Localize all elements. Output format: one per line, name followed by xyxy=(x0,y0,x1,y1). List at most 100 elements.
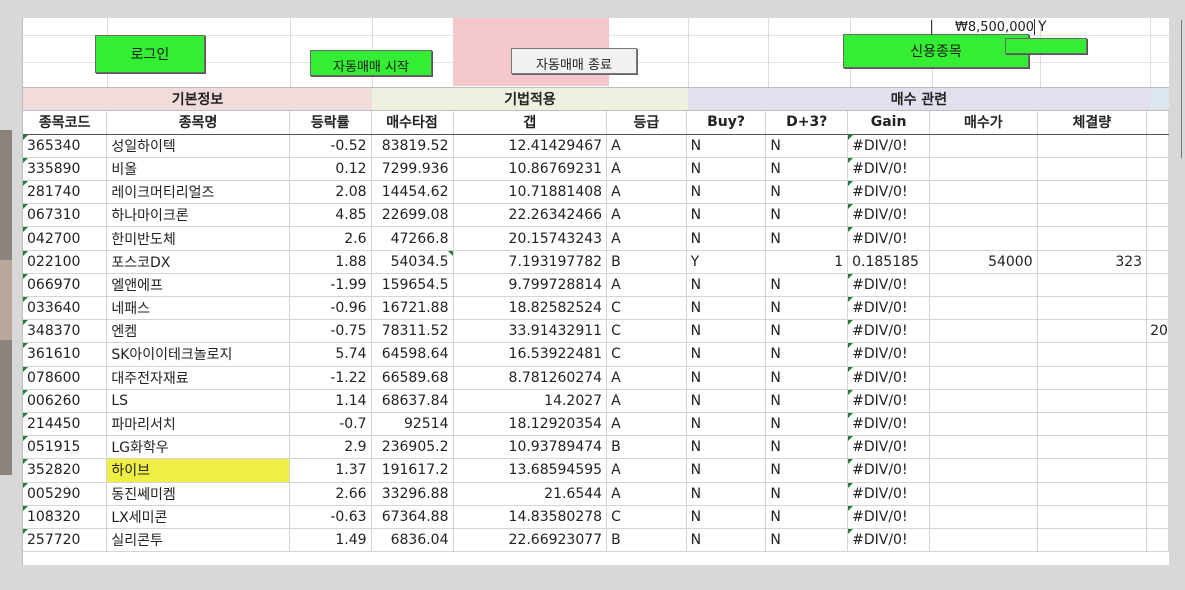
grade-cell[interactable]: A xyxy=(606,180,687,205)
filled-qty-cell[interactable] xyxy=(1037,157,1148,182)
buy-price-cell[interactable] xyxy=(929,528,1038,553)
d3-cell[interactable]: N xyxy=(765,203,849,228)
extra-cell[interactable] xyxy=(1146,528,1169,553)
grade-cell[interactable]: A xyxy=(606,458,687,483)
filled-qty-cell[interactable] xyxy=(1037,412,1148,437)
extra-cell[interactable] xyxy=(1146,435,1169,460)
extra-cell[interactable] xyxy=(1146,412,1169,437)
stock-code-cell[interactable]: 066970 xyxy=(23,273,108,298)
extra-cell[interactable] xyxy=(1146,273,1169,298)
gap-cell[interactable]: 18.82582524 xyxy=(453,296,608,321)
d3-cell[interactable]: N xyxy=(765,342,849,367)
small-green-button[interactable] xyxy=(1005,38,1087,54)
stock-code-cell[interactable]: 214450 xyxy=(23,412,108,437)
buy-target-cell[interactable]: 16721.88 xyxy=(371,296,454,321)
buy-flag-cell[interactable]: N xyxy=(686,528,767,553)
filled-qty-cell[interactable] xyxy=(1037,389,1148,413)
gap-cell[interactable]: 10.71881408 xyxy=(453,180,608,205)
extra-cell[interactable]: 20 xyxy=(1146,319,1169,344)
buy-price-cell[interactable] xyxy=(929,505,1038,529)
buy-price-cell[interactable] xyxy=(929,412,1038,437)
buy-flag-cell[interactable]: N xyxy=(686,134,767,158)
grade-cell[interactable]: B xyxy=(606,250,687,274)
stock-code-cell[interactable]: 005290 xyxy=(23,482,108,506)
buy-target-cell[interactable]: 68637.84 xyxy=(371,389,454,413)
rate-cell[interactable]: -1.99 xyxy=(289,273,372,298)
gap-cell[interactable]: 21.6544 xyxy=(453,482,608,506)
gap-cell[interactable]: 33.91432911 xyxy=(453,319,608,344)
extra-cell[interactable] xyxy=(1146,342,1169,367)
stock-name-cell[interactable]: 하이브 xyxy=(106,458,290,483)
login-button[interactable]: 로그인 xyxy=(95,35,205,73)
buy-target-cell[interactable]: 64598.64 xyxy=(371,342,454,367)
d3-cell[interactable]: N xyxy=(765,412,849,437)
d3-cell[interactable]: N xyxy=(765,389,849,413)
gap-cell[interactable]: 10.93789474 xyxy=(453,435,608,460)
col-header-rate[interactable]: 등락률 xyxy=(289,111,372,135)
stock-name-cell[interactable]: 파마리서치 xyxy=(106,412,290,437)
rate-cell[interactable]: -0.96 xyxy=(289,296,372,321)
filled-qty-cell[interactable]: 323 xyxy=(1037,250,1148,274)
grade-cell[interactable]: A xyxy=(606,412,687,437)
gain-cell[interactable]: #DIV/0! xyxy=(847,342,931,367)
stock-name-cell[interactable]: LS xyxy=(106,389,290,413)
col-header-target[interactable]: 매수타점 xyxy=(371,111,454,135)
buy-flag-cell[interactable]: N xyxy=(686,157,767,182)
buy-flag-cell[interactable]: N xyxy=(686,342,767,367)
gain-cell[interactable]: #DIV/0! xyxy=(847,203,931,228)
buy-price-cell[interactable] xyxy=(929,273,1038,298)
stock-code-cell[interactable]: 361610 xyxy=(23,342,108,367)
filled-qty-cell[interactable] xyxy=(1037,273,1148,298)
col-header-d3[interactable]: D+3? xyxy=(765,111,849,135)
stock-code-cell[interactable]: 348370 xyxy=(23,319,108,344)
rate-cell[interactable]: 1.14 xyxy=(289,389,372,413)
buy-flag-cell[interactable]: N xyxy=(686,389,767,413)
stock-name-cell[interactable]: SK아이이테크놀로지 xyxy=(106,342,290,367)
rate-cell[interactable]: 2.6 xyxy=(289,226,372,251)
buy-price-cell[interactable]: 54000 xyxy=(929,250,1038,274)
stock-code-cell[interactable]: 022100 xyxy=(23,250,108,274)
stock-name-cell[interactable]: LX세미콘 xyxy=(106,505,290,529)
d3-cell[interactable]: N xyxy=(765,226,849,251)
grade-cell[interactable]: A xyxy=(606,389,687,413)
stock-code-cell[interactable]: 281740 xyxy=(23,180,108,205)
rate-cell[interactable]: -0.7 xyxy=(289,412,372,437)
buy-flag-cell[interactable]: N xyxy=(686,458,767,483)
buy-target-cell[interactable]: 66589.68 xyxy=(371,366,454,390)
rate-cell[interactable]: 0.12 xyxy=(289,157,372,182)
rate-cell[interactable]: 2.66 xyxy=(289,482,372,506)
buy-target-cell[interactable]: 47266.8 xyxy=(371,226,454,251)
buy-flag-cell[interactable]: Y xyxy=(686,250,767,274)
d3-cell[interactable]: 1 xyxy=(765,250,849,274)
d3-cell[interactable]: N xyxy=(765,296,849,321)
buy-flag-cell[interactable]: N xyxy=(686,180,767,205)
extra-cell[interactable] xyxy=(1146,134,1169,158)
buy-flag-cell[interactable]: N xyxy=(686,505,767,529)
filled-qty-cell[interactable] xyxy=(1037,482,1148,506)
gap-cell[interactable]: 10.86769231 xyxy=(453,157,608,182)
grade-cell[interactable]: B xyxy=(606,528,687,553)
buy-target-cell[interactable]: 67364.88 xyxy=(371,505,454,529)
stock-name-cell[interactable]: 실리콘투 xyxy=(106,528,290,553)
buy-price-cell[interactable] xyxy=(929,366,1038,390)
grade-cell[interactable]: C xyxy=(606,296,687,321)
filled-qty-cell[interactable] xyxy=(1037,319,1148,344)
gain-cell[interactable]: #DIV/0! xyxy=(847,157,931,182)
gain-cell[interactable]: #DIV/0! xyxy=(847,435,931,460)
rate-cell[interactable]: 1.88 xyxy=(289,250,372,274)
extra-cell[interactable] xyxy=(1146,250,1169,274)
rate-cell[interactable]: 2.08 xyxy=(289,180,372,205)
extra-cell[interactable] xyxy=(1146,157,1169,182)
buy-target-cell[interactable]: 14454.62 xyxy=(371,180,454,205)
gap-cell[interactable]: 18.12920354 xyxy=(453,412,608,437)
grade-cell[interactable]: C xyxy=(606,319,687,344)
stock-name-cell[interactable]: 네패스 xyxy=(106,296,290,321)
gap-cell[interactable]: 13.68594595 xyxy=(453,458,608,483)
filled-qty-cell[interactable] xyxy=(1037,505,1148,529)
filled-qty-cell[interactable] xyxy=(1037,203,1148,228)
rate-cell[interactable]: 4.85 xyxy=(289,203,372,228)
buy-flag-cell[interactable]: N xyxy=(686,435,767,460)
credit-stocks-button[interactable]: 신용종목 xyxy=(843,34,1029,68)
extra-cell[interactable] xyxy=(1146,226,1169,251)
buy-price-cell[interactable] xyxy=(929,458,1038,483)
